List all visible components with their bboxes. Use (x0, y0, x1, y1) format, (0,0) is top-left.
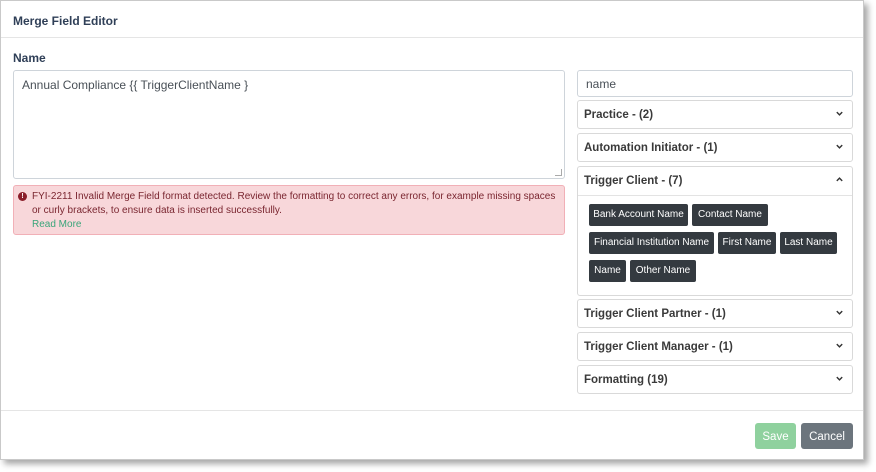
chevron-down-icon (835, 374, 844, 383)
field-chip[interactable]: Financial Institution Name (589, 232, 714, 254)
name-textarea-value: Annual Compliance {{ TriggerClientName } (22, 78, 249, 92)
footer-divider (1, 410, 863, 411)
group-trigger-client-partner-header[interactable]: Trigger Client Partner - (1) (578, 300, 852, 329)
chevron-down-icon (835, 109, 844, 118)
group-trigger-client-partner: Trigger Client Partner - (1) (577, 299, 853, 328)
field-chip[interactable]: Bank Account Name (589, 204, 688, 226)
group-label: Trigger Client - (7) (584, 175, 683, 187)
dialog-title: Merge Field Editor (13, 14, 118, 28)
exclamation-circle-icon: ! (18, 192, 27, 201)
dialog-header: Merge Field Editor (1, 1, 863, 38)
error-message: FYI-2211 Invalid Merge Field format dete… (32, 191, 556, 216)
field-chip[interactable]: First Name (718, 232, 776, 254)
field-chip[interactable]: Other Name (630, 260, 696, 282)
group-label: Formatting (19) (584, 374, 668, 386)
resize-grip-icon[interactable] (555, 169, 562, 176)
field-chip[interactable]: Name (589, 260, 626, 282)
group-label: Trigger Client Partner - (1) (584, 308, 726, 320)
group-formatting: Formatting (19) (577, 365, 853, 394)
error-alert: ! FYI-2211 Invalid Merge Field format de… (13, 185, 565, 235)
group-trigger-client-header[interactable]: Trigger Client - (7) (578, 167, 852, 196)
group-practice-header[interactable]: Practice - (2) (578, 101, 852, 130)
chevron-down-icon (835, 308, 844, 317)
merge-field-editor-dialog: Merge Field Editor Name Annual Complianc… (0, 0, 864, 460)
group-trigger-client-manager: Trigger Client Manager - (1) (577, 332, 853, 361)
group-trigger-client: Trigger Client - (7) Bank Account Name C… (577, 166, 853, 296)
group-formatting-header[interactable]: Formatting (19) (578, 366, 852, 395)
save-button[interactable]: Save (755, 423, 796, 449)
field-chip[interactable]: Contact Name (692, 204, 768, 226)
group-label: Trigger Client Manager - (1) (584, 341, 733, 353)
chevron-up-icon (835, 175, 844, 184)
group-trigger-client-manager-header[interactable]: Trigger Client Manager - (1) (578, 333, 852, 362)
chevron-down-icon (835, 341, 844, 350)
group-label: Practice - (2) (584, 109, 654, 121)
field-chip[interactable]: Last Name (780, 232, 837, 254)
search-input[interactable] (577, 70, 853, 97)
group-automation-initiator: Automation Initiator - (1) (577, 133, 853, 162)
cancel-button[interactable]: Cancel (801, 423, 853, 449)
group-label: Automation Initiator - (1) (584, 142, 718, 154)
chevron-down-icon (835, 142, 844, 151)
group-practice: Practice - (2) (577, 100, 853, 129)
group-divider (578, 195, 852, 196)
name-label: Name (13, 51, 46, 65)
group-automation-initiator-header[interactable]: Automation Initiator - (1) (578, 134, 852, 163)
name-textarea[interactable]: Annual Compliance {{ TriggerClientName } (13, 70, 565, 179)
read-more-link[interactable]: Read More (32, 218, 558, 232)
